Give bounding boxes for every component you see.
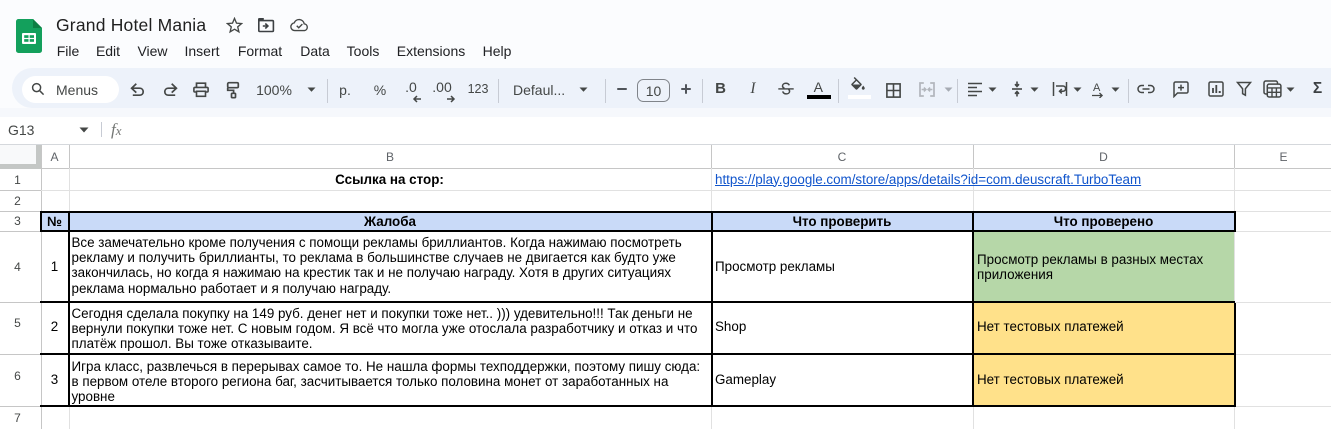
svg-text:A: A — [1093, 82, 1101, 94]
